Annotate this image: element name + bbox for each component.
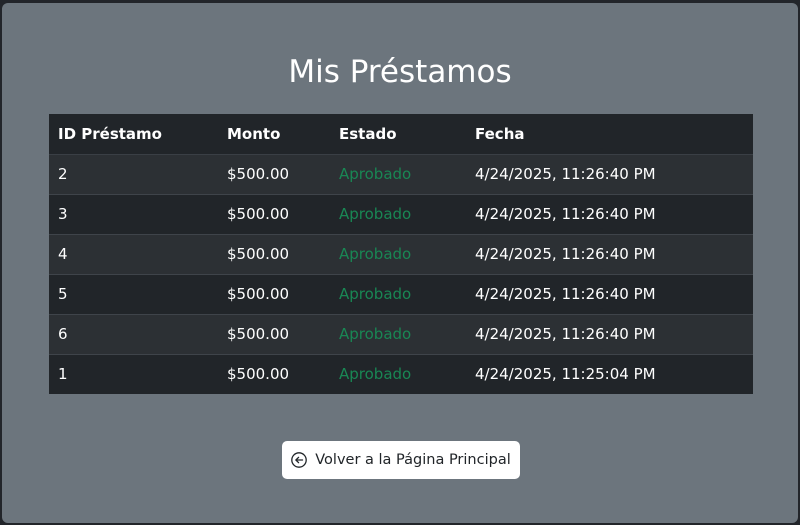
loan-date-cell: 4/24/2025, 11:26:40 PM bbox=[466, 313, 753, 354]
column-header-amount: Monto bbox=[218, 114, 330, 155]
loan-amount-cell: $500.00 bbox=[218, 153, 330, 194]
column-header-status: Estado bbox=[330, 114, 466, 155]
table-row: 5 $500.00 Aprobado 4/24/2025, 11:26:40 P… bbox=[49, 273, 753, 314]
loan-id-cell: 5 bbox=[49, 273, 218, 314]
loan-status-cell: Aprobado bbox=[330, 233, 466, 274]
table-row: 1 $500.00 Aprobado 4/24/2025, 11:25:04 P… bbox=[49, 353, 753, 394]
loans-table: ID Préstamo Monto Estado Fecha 2 $500.00… bbox=[49, 114, 753, 394]
loan-status-cell: Aprobado bbox=[330, 153, 466, 194]
loans-table-body: 2 $500.00 Aprobado 4/24/2025, 11:26:40 P… bbox=[49, 153, 753, 394]
loan-id-cell: 6 bbox=[49, 313, 218, 354]
loan-status-cell: Aprobado bbox=[330, 273, 466, 314]
loan-id-cell: 3 bbox=[49, 193, 218, 234]
loan-date-cell: 4/24/2025, 11:26:40 PM bbox=[466, 193, 753, 234]
loan-status-cell: Aprobado bbox=[330, 313, 466, 354]
table-row: 2 $500.00 Aprobado 4/24/2025, 11:26:40 P… bbox=[49, 153, 753, 194]
page-title: Mis Préstamos bbox=[288, 54, 512, 90]
loan-amount-cell: $500.00 bbox=[218, 273, 330, 314]
back-to-home-button[interactable]: Volver a la Página Principal bbox=[282, 441, 520, 479]
table-row: 6 $500.00 Aprobado 4/24/2025, 11:26:40 P… bbox=[49, 313, 753, 354]
loan-amount-cell: $500.00 bbox=[218, 193, 330, 234]
loan-amount-cell: $500.00 bbox=[218, 353, 330, 394]
loan-id-cell: 1 bbox=[49, 353, 218, 394]
loan-status-cell: Aprobado bbox=[330, 193, 466, 234]
loan-id-cell: 2 bbox=[49, 153, 218, 194]
column-header-id: ID Préstamo bbox=[49, 114, 218, 155]
loan-id-cell: 4 bbox=[49, 233, 218, 274]
table-row: 4 $500.00 Aprobado 4/24/2025, 11:26:40 P… bbox=[49, 233, 753, 274]
loans-table-header: ID Préstamo Monto Estado Fecha bbox=[49, 114, 753, 155]
column-header-date: Fecha bbox=[466, 114, 753, 155]
loan-date-cell: 4/24/2025, 11:26:40 PM bbox=[466, 233, 753, 274]
loan-status-cell: Aprobado bbox=[330, 353, 466, 394]
loan-date-cell: 4/24/2025, 11:25:04 PM bbox=[466, 353, 753, 394]
loan-amount-cell: $500.00 bbox=[218, 313, 330, 354]
header-row: ID Préstamo Monto Estado Fecha bbox=[49, 114, 753, 155]
arrow-left-circle-icon bbox=[291, 452, 308, 468]
table-row: 3 $500.00 Aprobado 4/24/2025, 11:26:40 P… bbox=[49, 193, 753, 234]
back-button-label: Volver a la Página Principal bbox=[315, 452, 511, 468]
loan-amount-cell: $500.00 bbox=[218, 233, 330, 274]
loan-date-cell: 4/24/2025, 11:26:40 PM bbox=[466, 153, 753, 194]
loan-date-cell: 4/24/2025, 11:26:40 PM bbox=[466, 273, 753, 314]
